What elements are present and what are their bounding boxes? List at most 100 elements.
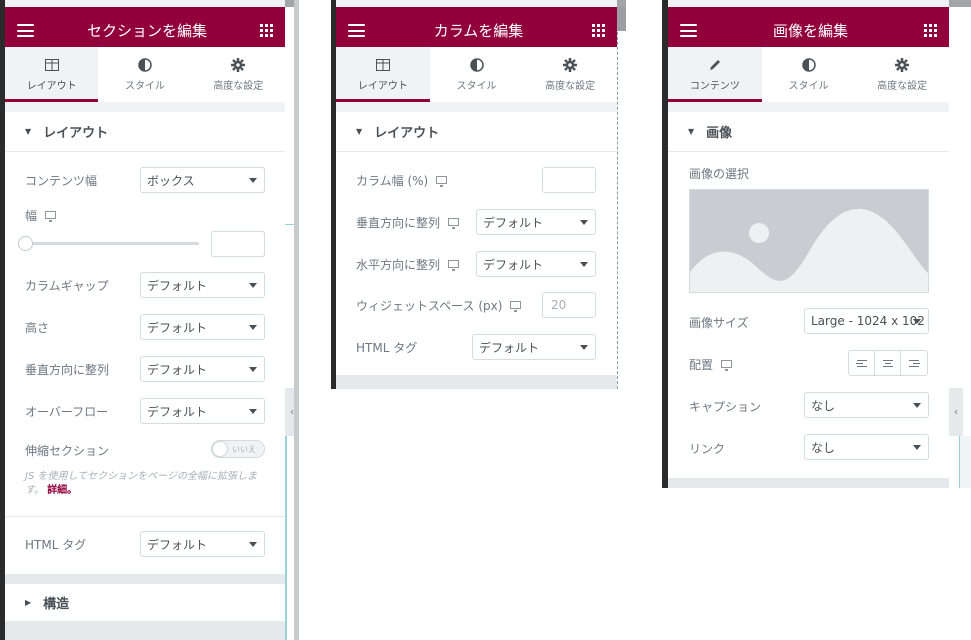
tab-label: スタイル [788,81,829,92]
vertical-align-label: 垂直方向に整列 [25,363,110,377]
tab-layout[interactable]: レイアウト [336,47,430,102]
widgets-grid-icon[interactable] [592,24,605,37]
divider [5,516,285,517]
column-gap-label: カラムギャップ [25,279,109,293]
html-tag-select[interactable]: デフォルト [140,531,265,557]
widgets-grid-icon[interactable] [924,24,937,37]
column-gap-select[interactable]: デフォルト [140,272,265,298]
chevron-left-icon: ‹ [954,406,958,418]
vertical-align-select[interactable]: デフォルト [476,209,596,235]
desktop-icon[interactable] [448,217,460,229]
menu-icon[interactable] [348,24,365,37]
overflow-label: オーバーフロー [25,405,109,419]
overflow-select[interactable]: デフォルト [140,398,265,424]
tab-label: コンテンツ [689,81,740,92]
height-select[interactable]: デフォルト [140,314,265,340]
widget-space-input[interactable]: 20 [542,292,596,318]
width-input[interactable] [211,231,265,257]
stretch-description: JS を使用してセクションをページの全幅に拡張します。 詳細。 [25,471,257,496]
column-edit-panel: カラムを編集 レイアウト スタイル 高度な設定 ▼ レイアウト カラム幅 (%) [336,0,617,389]
vertical-align-select[interactable]: デフォルト [140,356,265,382]
image-edit-panel: 画像を編集 コンテンツ スタイル 高度な設定 ▼ 画像 画像の選択 画像サイズ … [668,0,949,488]
image-placeholder-icon [690,190,928,292]
menu-icon[interactable] [680,24,697,37]
tab-advanced[interactable]: 高度な設定 [855,47,949,102]
horizontal-align-label: 水平方向に整列 [356,256,460,273]
desktop-icon[interactable] [510,300,522,312]
collapse-panel-handle[interactable]: ‹ [949,388,963,436]
tab-label: レイアウト [26,81,77,92]
height-label: 高さ [25,321,50,335]
image-size-select[interactable]: Large - 1024 x 102 [804,308,929,334]
image-controls: 画像の選択 画像サイズ Large - 1024 x 102 配置 キャプション… [668,152,949,478]
tab-label: スタイル [456,81,497,92]
width-slider-track[interactable] [25,242,199,245]
desktop-icon[interactable] [721,359,733,371]
width-slider-handle[interactable] [18,236,33,251]
tab-style[interactable]: スタイル [762,47,856,102]
layout-controls: カラム幅 (%) 垂直方向に整列 デフォルト 水平方向に整列 デフォルト ウィジ… [336,152,617,375]
desktop-icon[interactable] [436,175,448,187]
html-tag-select[interactable]: デフォルト [472,334,596,360]
learn-more-link[interactable]: 詳細。 [47,485,77,496]
desktop-icon[interactable] [45,210,57,222]
tab-content[interactable]: コンテンツ [668,47,762,102]
link-label: リンク [689,442,726,456]
layout-section-header[interactable]: ▼ レイアウト [336,112,617,152]
image-section-header[interactable]: ▼ 画像 [668,112,949,152]
tab-label: 高度な設定 [877,81,928,92]
preview-edge [617,7,626,31]
structure-section-header[interactable]: ▶ 構造 [5,584,285,622]
content-width-select[interactable]: ボックス [140,167,265,193]
html-tag-label: HTML タグ [25,538,87,552]
layout-controls: コンテンツ幅 ボックス 幅 カラムギャップ デフォルト 高さ デフォルト 垂直方… [5,152,285,574]
tab-advanced[interactable]: 高度な設定 [523,47,617,102]
choose-image-label: 画像の選択 [689,167,750,181]
tab-label: 高度な設定 [545,81,596,92]
preview-guide [285,436,287,640]
align-right-button[interactable] [901,351,927,375]
preview-edge [617,7,626,389]
desktop-icon[interactable] [448,259,460,271]
content-width-label: コンテンツ幅 [25,174,98,188]
caption-select[interactable]: なし [804,392,929,418]
tab-advanced[interactable]: 高度な設定 [192,47,285,102]
stretch-toggle[interactable]: いいえ [211,440,265,458]
align-center-button[interactable] [875,351,901,375]
tab-style[interactable]: スタイル [430,47,524,102]
section-title: レイアウト [374,126,440,141]
gear-icon [563,57,578,73]
caret-down-icon: ▼ [25,127,32,136]
footer-band [336,375,617,389]
gear-icon [231,57,246,73]
caption-label: キャプション [689,400,762,414]
html-tag-label: HTML タグ [356,341,418,355]
gear-icon [895,57,910,73]
widgets-grid-icon[interactable] [260,24,273,37]
link-select[interactable]: なし [804,434,929,460]
tab-layout[interactable]: レイアウト [5,47,99,102]
panel-title: 画像を編集 [772,22,848,40]
pencil-icon [708,57,722,73]
tab-label: 高度な設定 [213,81,264,92]
panel-tabs: コンテンツ スタイル 高度な設定 [668,47,949,102]
tab-label: レイアウト [357,81,408,92]
menu-icon[interactable] [17,24,34,37]
image-picker[interactable] [689,189,929,293]
align-left-button[interactable] [849,351,875,375]
width-label: 幅 [25,207,57,224]
horizontal-align-select[interactable]: デフォルト [476,251,596,277]
caret-down-icon: ▼ [688,127,695,136]
caret-right-icon: ▶ [25,598,32,607]
footer-band [668,478,949,488]
vertical-align-label: 垂直方向に整列 [356,214,460,231]
half-circle-icon [138,57,152,73]
preview-edge [959,436,971,488]
layout-section-header[interactable]: ▼ レイアウト [5,112,285,152]
section-title: 画像 [706,126,733,141]
column-width-input[interactable] [542,167,596,193]
image-size-label: 画像サイズ [689,316,749,330]
columns-icon [375,57,390,73]
tab-style[interactable]: スタイル [98,47,191,102]
half-circle-icon [801,57,816,73]
